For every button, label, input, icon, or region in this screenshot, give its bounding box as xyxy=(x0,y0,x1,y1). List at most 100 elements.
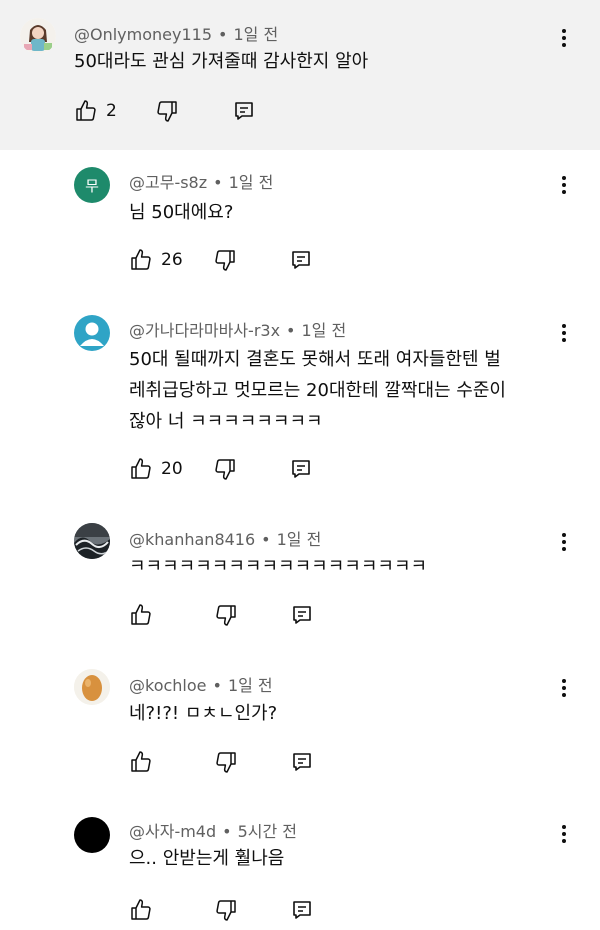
reply-button[interactable] xyxy=(290,603,314,627)
comment-actions xyxy=(129,600,314,630)
reply-icon xyxy=(291,460,310,478)
comment-text-line: 잖아 너 ㅋㅋㅋㅋㅋㅋㅋㅋ xyxy=(129,411,323,432)
avatar[interactable]: 무 xyxy=(74,167,110,203)
reply-icon xyxy=(293,753,311,771)
comment-time: 1일 전 xyxy=(233,25,279,44)
more-options-button[interactable] xyxy=(554,321,574,345)
comment-author[interactable]: @kochloe xyxy=(129,676,207,695)
reply-icon xyxy=(291,251,310,269)
comment-text: 네?!?! ㅁㅊㄴ인가? xyxy=(129,698,277,729)
default-user-icon xyxy=(80,322,104,346)
thumbs-down-icon xyxy=(157,101,177,122)
wave-painting-icon xyxy=(74,523,110,559)
like-button[interactable] xyxy=(129,898,153,922)
dislike-button[interactable] xyxy=(214,603,238,627)
thumbs-up-icon xyxy=(131,899,151,920)
like-count: 20 xyxy=(161,459,183,479)
comment-actions xyxy=(129,747,314,777)
comment-text: 님 50대에요? xyxy=(129,197,233,228)
avatar[interactable] xyxy=(20,18,56,54)
like-count: 26 xyxy=(161,250,183,270)
avatar[interactable] xyxy=(74,523,110,559)
comment-text: 50대라도 관심 가져줄때 감사한지 알아 xyxy=(74,46,368,77)
comment-text-line: 50대 될때까지 결혼도 못해서 또래 여자들한텐 벌 xyxy=(129,349,501,370)
dislike-button[interactable] xyxy=(214,750,238,774)
comment-time: 1일 전 xyxy=(276,530,322,549)
avatar[interactable] xyxy=(74,315,110,351)
comment-actions: 26 xyxy=(129,245,313,275)
reply-item: @가나다라마바사-r3x • 1일 전 50대 될때까지 결혼도 못해서 또래 여자… xyxy=(0,298,600,506)
comment-meta: @Onlymoney115 • 1일 전 xyxy=(74,25,279,44)
comment-text: ㅋㅋㅋㅋㅋㅋㅋㅋㅋㅋㅋㅋㅋㅋㅋㅋㅋㅋ xyxy=(129,551,427,582)
comment-meta: @khanhan8416 • 1일 전 xyxy=(129,530,322,549)
comment-time: 5시간 전 xyxy=(237,822,298,841)
reply-icon xyxy=(235,102,253,120)
girl-illustration-icon xyxy=(20,18,56,54)
comment-author[interactable]: @사자-m4d xyxy=(129,822,216,841)
comment-actions: 2 xyxy=(74,96,256,126)
comment-text-line: 50대라도 관심 가져줄때 감사한지 알아 xyxy=(74,51,369,72)
like-button[interactable] xyxy=(129,603,153,627)
dislike-button[interactable] xyxy=(213,457,237,481)
comment-text: 으.. 안받는게 훨나음 xyxy=(129,843,284,874)
more-options-button[interactable] xyxy=(554,676,574,700)
more-options-button[interactable] xyxy=(554,822,574,846)
comment-actions: 20 xyxy=(129,454,313,484)
avatar-letter: 무 xyxy=(85,176,99,195)
more-options-button[interactable] xyxy=(554,26,574,50)
thumbs-down-icon xyxy=(216,605,236,626)
more-options-button[interactable] xyxy=(554,173,574,197)
thumbs-down-icon xyxy=(214,459,235,480)
like-button[interactable]: 20 xyxy=(129,457,183,481)
comment-text-line: 네?!?! ㅁㅊㄴ인가? xyxy=(129,703,278,724)
thumbs-up-icon xyxy=(76,100,96,121)
reply-icon xyxy=(293,606,311,624)
reply-icon xyxy=(293,901,311,919)
comment-text-line: 으.. 안받는게 훨나음 xyxy=(129,848,285,869)
comment-meta: @kochloe • 1일 전 xyxy=(129,676,273,695)
like-button[interactable]: 2 xyxy=(74,99,117,123)
thumbs-up-icon xyxy=(131,604,151,625)
thumbs-up-icon xyxy=(131,458,151,479)
comment-text: 50대 될때까지 결혼도 못해서 또래 여자들한텐 벌 레취급당하고 멋모르는 … xyxy=(129,344,506,437)
avatar[interactable] xyxy=(74,669,110,705)
reply-button[interactable] xyxy=(232,99,256,123)
thumbs-up-icon xyxy=(131,249,151,270)
thumbs-down-icon xyxy=(216,900,236,921)
thumbs-down-icon xyxy=(214,250,235,271)
comment-author[interactable]: @Onlymoney115 xyxy=(74,25,212,44)
comment-time: 1일 전 xyxy=(301,321,347,340)
comment-text-line: 레취급당하고 멋모르는 20대한테 깔짝대는 수준이 xyxy=(129,380,506,401)
comment-item: @Onlymoney115 • 1일 전 50대라도 관심 가져줄때 감사한지 알아… xyxy=(0,0,600,150)
comment-author[interactable]: @가나다라마바사-r3x xyxy=(129,321,280,340)
reply-item: 무 @고무-s8z • 1일 전 님 50대에요? 26 xyxy=(0,150,600,298)
comment-author[interactable]: @khanhan8416 xyxy=(129,530,255,549)
reply-item: @kochloe • 1일 전 네?!?! ㅁㅊㄴ인가? xyxy=(0,652,600,798)
comment-time: 1일 전 xyxy=(228,173,274,192)
reply-button[interactable] xyxy=(290,750,314,774)
like-count: 2 xyxy=(106,101,117,121)
egg-icon xyxy=(74,669,110,705)
reply-button[interactable] xyxy=(289,457,313,481)
comment-meta: @고무-s8z • 1일 전 xyxy=(129,173,274,192)
comment-meta: @사자-m4d • 5시간 전 xyxy=(129,822,298,841)
reply-item: @khanhan8416 • 1일 전 ㅋㅋㅋㅋㅋㅋㅋㅋㅋㅋㅋㅋㅋㅋㅋㅋㅋㅋ xyxy=(0,506,600,652)
more-options-button[interactable] xyxy=(554,530,574,554)
comment-text-line: ㅋㅋㅋㅋㅋㅋㅋㅋㅋㅋㅋㅋㅋㅋㅋㅋㅋㅋ xyxy=(129,556,428,577)
comment-meta: @가나다라마바사-r3x • 1일 전 xyxy=(129,321,347,340)
comment-time: 1일 전 xyxy=(227,676,273,695)
reply-button[interactable] xyxy=(289,248,313,272)
comment-actions xyxy=(129,895,314,925)
comment-text-line: 님 50대에요? xyxy=(129,202,234,223)
dislike-button[interactable] xyxy=(213,248,237,272)
reply-button[interactable] xyxy=(290,898,314,922)
dislike-button[interactable] xyxy=(155,99,179,123)
avatar[interactable] xyxy=(74,817,110,853)
comment-author[interactable]: @고무-s8z xyxy=(129,173,207,192)
thumbs-up-icon xyxy=(131,751,151,772)
thumbs-down-icon xyxy=(216,752,236,773)
like-button[interactable]: 26 xyxy=(129,248,183,272)
dislike-button[interactable] xyxy=(214,898,238,922)
reply-item: @사자-m4d • 5시간 전 으.. 안받는게 훨나음 xyxy=(0,798,600,930)
like-button[interactable] xyxy=(129,750,153,774)
